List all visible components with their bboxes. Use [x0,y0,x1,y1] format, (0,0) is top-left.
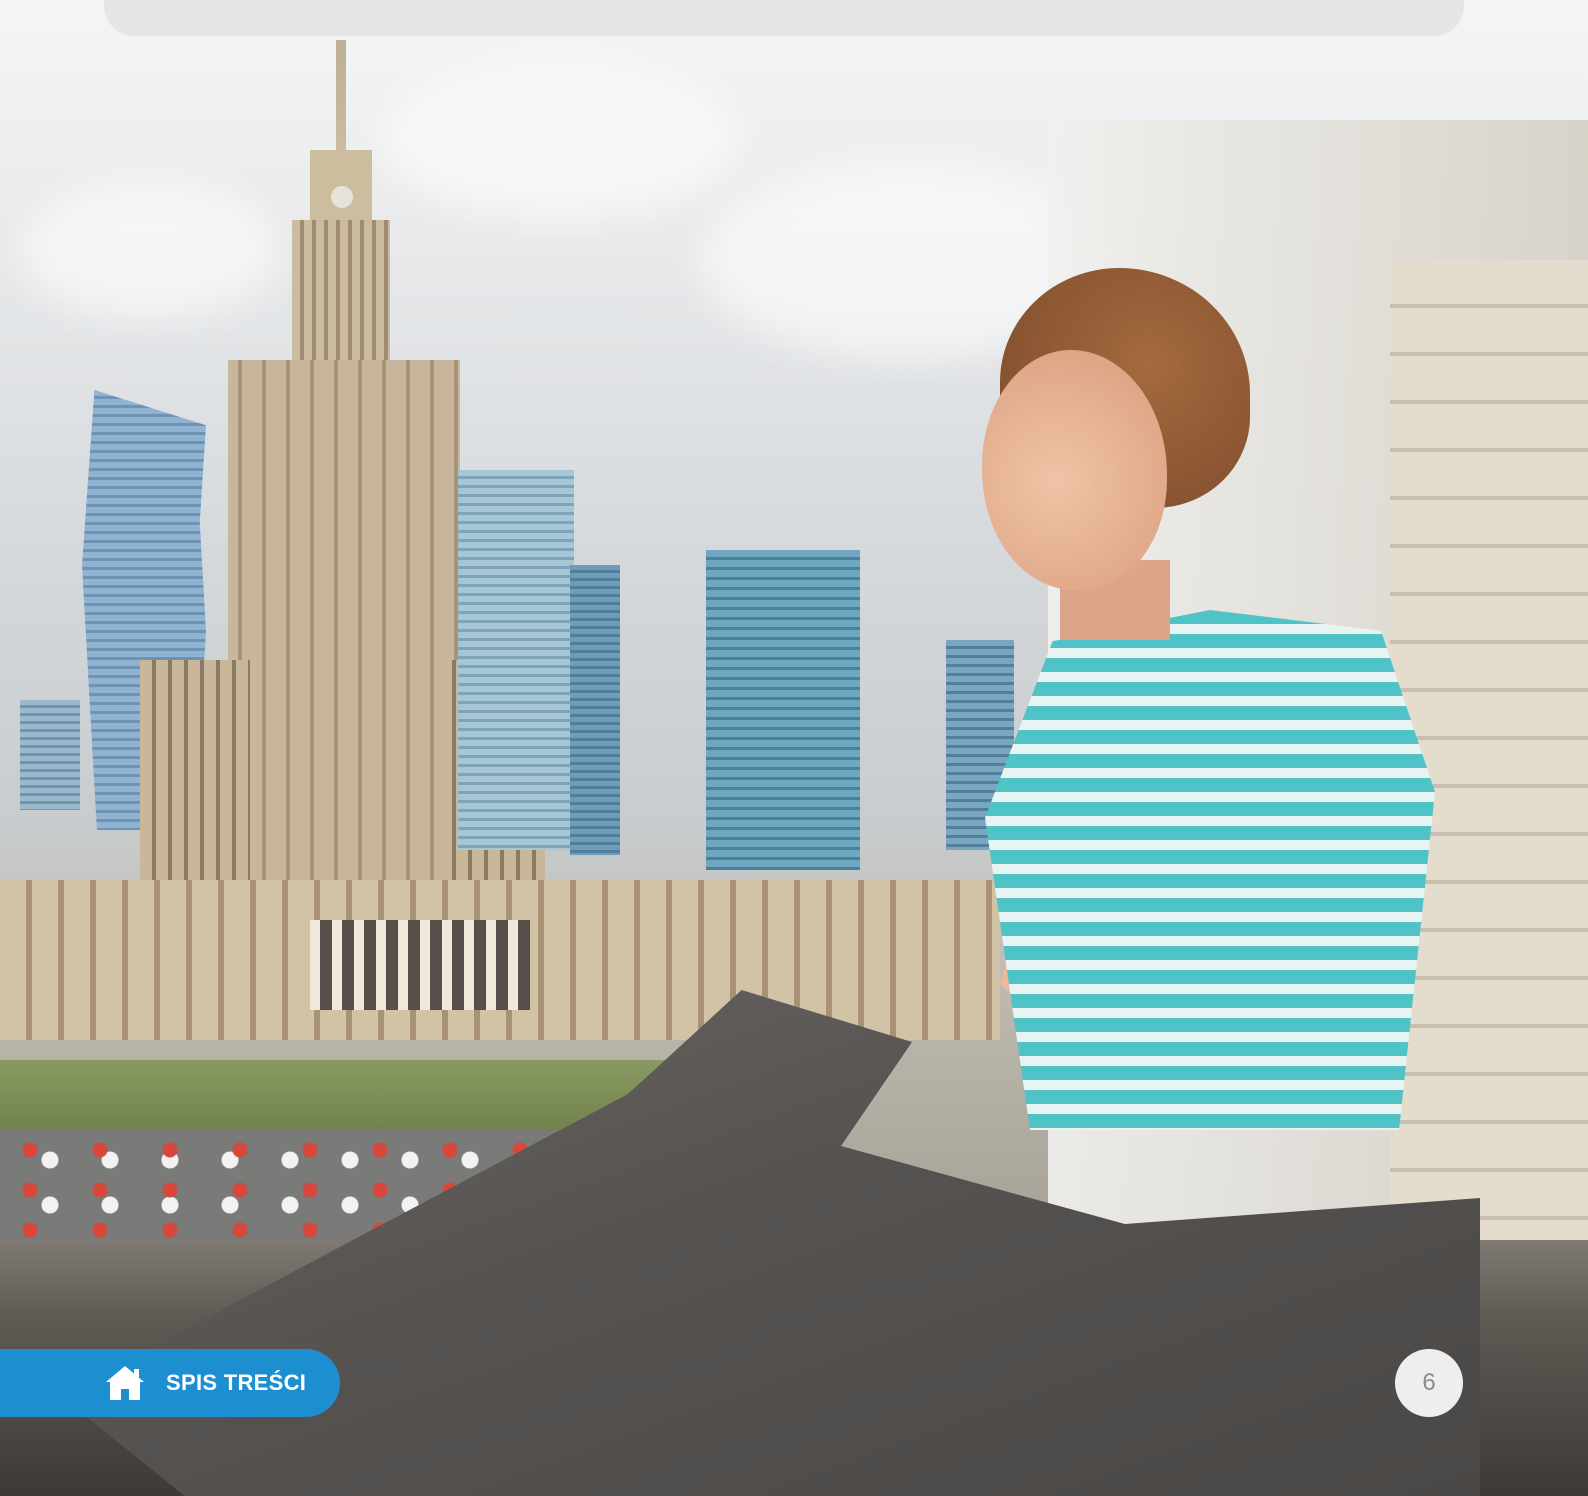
skyscraper [570,565,620,855]
colonnade [310,920,530,1010]
palace-spire [336,40,346,160]
home-icon [106,1366,144,1400]
skyscraper [706,550,860,870]
page-number: 6 [1395,1349,1463,1417]
cloud [20,180,280,320]
skyscraper [458,470,574,850]
palace-upper-tower [292,220,390,370]
skyscraper [20,700,80,810]
table-of-contents-button[interactable]: SPIS TREŚCI [0,1349,340,1417]
palace-tower [228,360,460,920]
top-info-box [104,0,1464,36]
clock-face [331,186,353,208]
hero-photo [0,0,1588,1496]
woman-striped-shirt [985,610,1435,1130]
table-of-contents-label: SPIS TREŚCI [166,1370,307,1395]
cloud [380,60,740,220]
palace-wing-left [140,660,250,910]
